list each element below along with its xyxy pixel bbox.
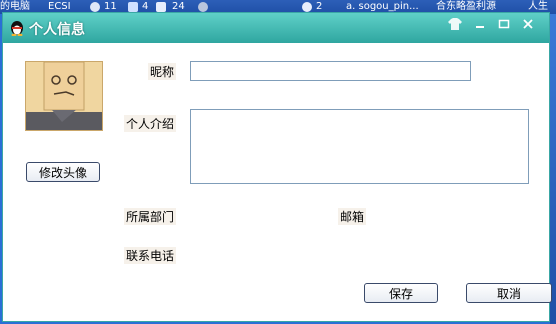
mail-icon[interactable] [156,2,166,12]
change-avatar-button[interactable]: 修改头像 [26,162,100,182]
cancel-button[interactable]: 取消 [466,283,552,303]
email-label: 邮箱 [338,208,367,225]
phone-label: 联系电话 [124,247,177,264]
minimize-icon[interactable] [470,17,490,35]
title-bar[interactable]: 个人信息 [3,13,549,43]
qq-penguin-icon [10,20,24,37]
browser-icon[interactable] [90,2,100,12]
nickname-label: 昵称 [148,63,177,80]
document-icon[interactable] [128,2,138,12]
maximize-icon[interactable] [494,17,514,35]
search-icon[interactable] [302,2,312,12]
face-icon[interactable] [198,2,208,12]
window-title: 个人信息 [29,22,85,38]
close-icon[interactable] [518,17,538,35]
intro-label: 个人介绍 [124,115,177,132]
intro-field[interactable] [190,109,529,184]
personal-info-window: 个人信息 修改头像 昵称 个人介绍 所属部门 邮箱 联系电话 保存 取消 [2,12,552,322]
desktop-right-edge [550,14,556,324]
department-label: 所属部门 [124,208,177,225]
avatar [25,61,103,131]
nickname-field[interactable] [190,61,471,81]
save-button[interactable]: 保存 [364,283,438,303]
shirt-icon[interactable] [445,17,465,35]
